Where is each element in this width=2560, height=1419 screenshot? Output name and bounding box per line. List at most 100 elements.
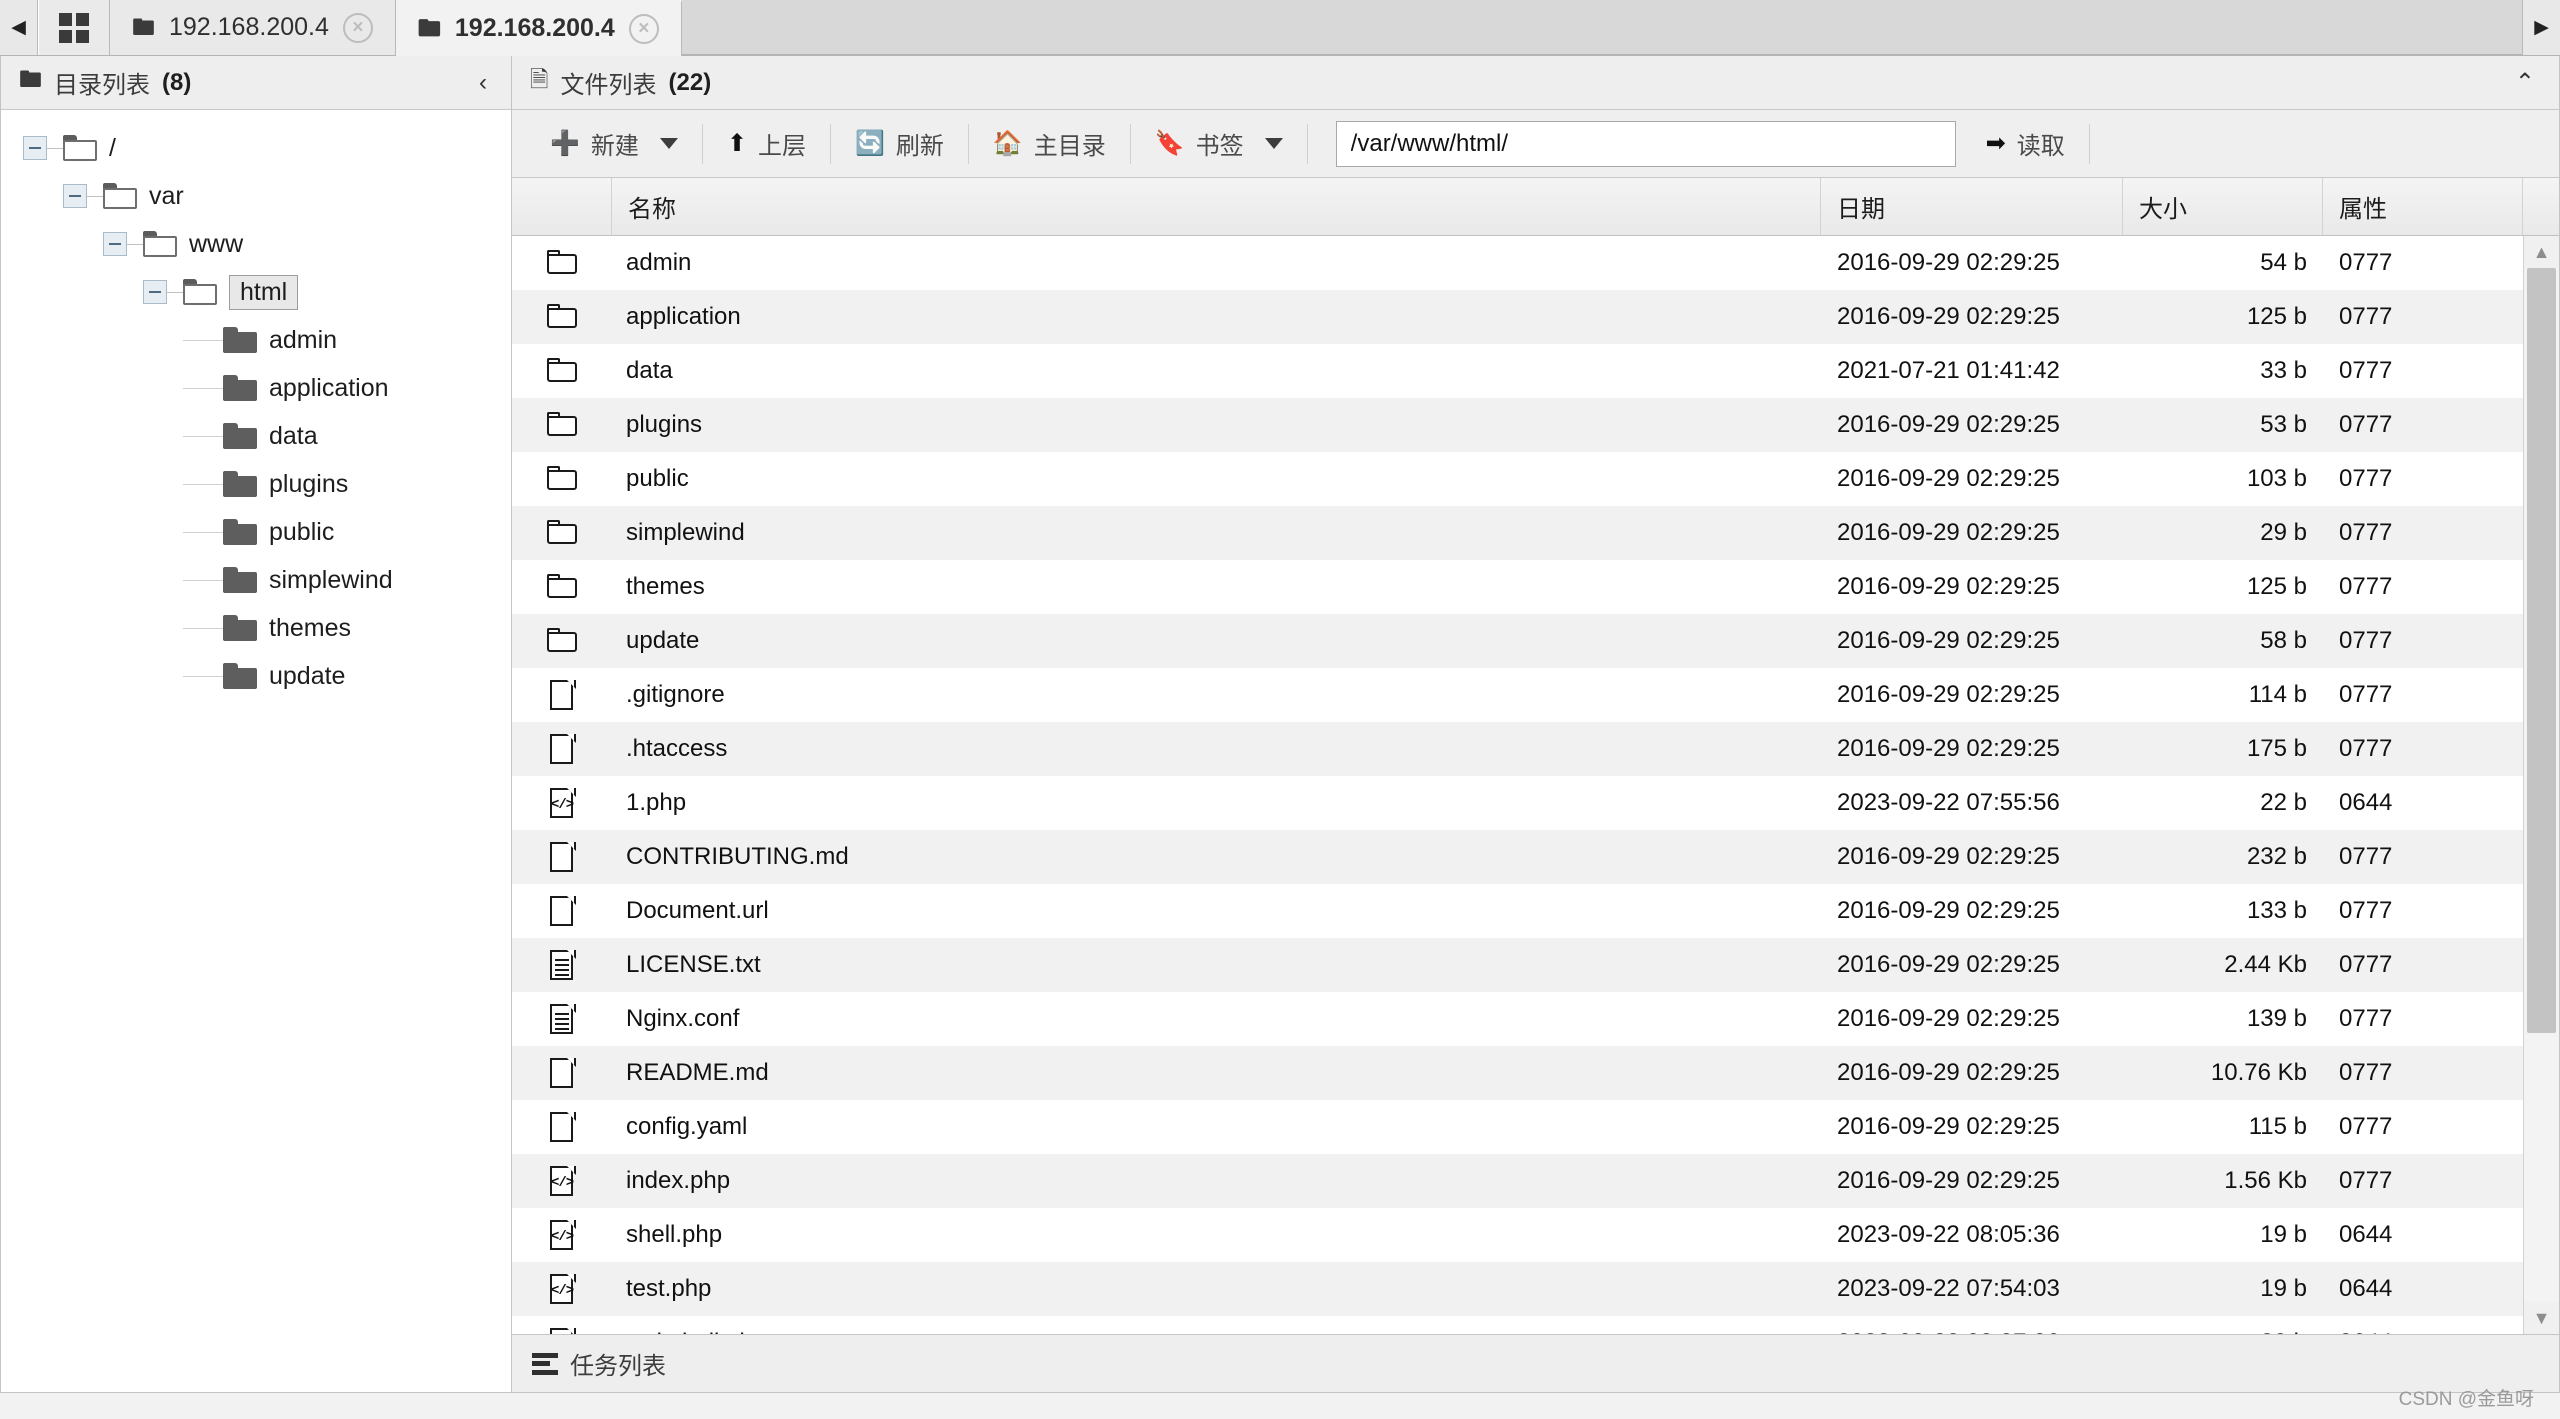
file-row-name[interactable]: data xyxy=(612,344,1821,398)
file-row-attr[interactable]: 0777 xyxy=(2323,290,2523,344)
directory-tree[interactable]: / var www html admin application data plugins pu… xyxy=(1,110,511,1392)
file-row-attr[interactable]: 0777 xyxy=(2323,506,2523,560)
tree-node-www[interactable]: www xyxy=(23,220,511,268)
tab-scroll-right-icon[interactable]: ▶ xyxy=(2522,0,2560,55)
file-row[interactable]: themes 2016-09-29 02:29:25 125 b 0777 xyxy=(512,560,2523,614)
tree-node-var[interactable]: var xyxy=(23,172,511,220)
file-row-attr[interactable]: 0777 xyxy=(2323,1046,2523,1100)
tree-node-admin[interactable]: admin xyxy=(23,316,511,364)
new-button[interactable]: ➕ 新建 xyxy=(528,120,700,168)
file-row[interactable]: README.md 2016-09-29 02:29:25 10.76 Kb 0777 xyxy=(512,1046,2523,1100)
go-button[interactable]: ➡ 读取 xyxy=(1964,120,2087,168)
scroll-up-icon[interactable]: ▲ xyxy=(2524,236,2559,268)
file-row-attr[interactable]: 0777 xyxy=(2323,938,2523,992)
file-row-attr[interactable]: 0777 xyxy=(2323,236,2523,290)
file-row-name[interactable]: .htaccess xyxy=(612,722,1821,776)
file-row-name[interactable]: application xyxy=(612,290,1821,344)
file-row-attr[interactable]: 0777 xyxy=(2323,830,2523,884)
close-icon[interactable]: × xyxy=(342,12,373,43)
column-header-name[interactable]: 名称 xyxy=(612,178,1821,235)
task-list-bar[interactable]: 任务列表 xyxy=(512,1334,2559,1392)
file-list-scrollbar[interactable]: ▲ ▼ xyxy=(2523,236,2559,1334)
tree-collapse-toggle-icon[interactable] xyxy=(103,232,127,256)
tree-node-html[interactable]: html xyxy=(23,268,511,316)
file-row-attr[interactable]: 0777 xyxy=(2323,560,2523,614)
file-row[interactable]: public 2016-09-29 02:29:25 103 b 0777 xyxy=(512,452,2523,506)
file-row-name[interactable]: public xyxy=(612,452,1821,506)
chevron-down-icon[interactable] xyxy=(659,138,678,149)
tab-session-2[interactable]: 🖿 192.168.200.4 × xyxy=(395,0,682,56)
file-row-name[interactable]: simplewind xyxy=(612,506,1821,560)
file-row-name[interactable]: Document.url xyxy=(612,884,1821,938)
file-row-attr[interactable]: 0777 xyxy=(2323,668,2523,722)
file-row[interactable]: plugins 2016-09-29 02:29:25 53 b 0777 xyxy=(512,398,2523,452)
file-row-attr[interactable]: 0777 xyxy=(2323,398,2523,452)
file-row-attr[interactable]: 0644 xyxy=(2323,1262,2523,1316)
file-row-attr[interactable]: 0644 xyxy=(2323,776,2523,830)
tab-session-1[interactable]: 🖿 192.168.200.4 × xyxy=(110,0,396,55)
bookmark-button[interactable]: 🔖 书签 xyxy=(1133,120,1305,168)
tree-node-public[interactable]: public xyxy=(23,508,511,556)
file-row-attr[interactable]: 0644 xyxy=(2323,1316,2523,1334)
file-row-attr[interactable]: 0777 xyxy=(2323,1154,2523,1208)
apps-grid-button[interactable] xyxy=(38,0,110,55)
column-header-size[interactable]: 大小 xyxy=(2123,178,2323,235)
file-row[interactable]: .gitignore 2016-09-29 02:29:25 114 b 0777 xyxy=(512,668,2523,722)
column-header-attr[interactable]: 属性 xyxy=(2323,178,2523,235)
file-row-name[interactable]: update xyxy=(612,614,1821,668)
file-row[interactable]: </> test.php 2023-09-22 07:54:03 19 b 0644 xyxy=(512,1262,2523,1316)
file-row-name[interactable]: config.yaml xyxy=(612,1100,1821,1154)
file-row[interactable]: </> 1.php 2023-09-22 07:55:56 22 b 0644 xyxy=(512,776,2523,830)
tree-collapse-toggle-icon[interactable] xyxy=(143,280,167,304)
file-row[interactable]: config.yaml 2016-09-29 02:29:25 115 b 0777 xyxy=(512,1100,2523,1154)
file-row[interactable]: Nginx.conf 2016-09-29 02:29:25 139 b 0777 xyxy=(512,992,2523,1046)
file-row-name[interactable]: CONTRIBUTING.md xyxy=(612,830,1821,884)
scrollbar-track[interactable] xyxy=(2524,268,2559,1302)
tree-node-themes[interactable]: themes xyxy=(23,604,511,652)
tree-collapse-toggle-icon[interactable] xyxy=(23,136,47,160)
file-row[interactable]: application 2016-09-29 02:29:25 125 b 0777 xyxy=(512,290,2523,344)
file-row-attr[interactable]: 0777 xyxy=(2323,1100,2523,1154)
file-row[interactable]: simplewind 2016-09-29 02:29:25 29 b 0777 xyxy=(512,506,2523,560)
file-row-name[interactable]: .gitignore xyxy=(612,668,1821,722)
collapse-left-panel-icon[interactable]: ‹ xyxy=(473,69,493,97)
file-row-attr[interactable]: 0644 xyxy=(2323,1208,2523,1262)
close-icon[interactable]: × xyxy=(628,13,659,44)
file-row-name[interactable]: themes xyxy=(612,560,1821,614)
file-row-name[interactable]: plugins xyxy=(612,398,1821,452)
file-row[interactable]: </> shell.php 2023-09-22 08:05:36 19 b 0644 xyxy=(512,1208,2523,1262)
file-row-attr[interactable]: 0777 xyxy=(2323,614,2523,668)
file-row[interactable]: CONTRIBUTING.md 2016-09-29 02:29:25 232 b 0… xyxy=(512,830,2523,884)
tree-node-data[interactable]: data xyxy=(23,412,511,460)
up-button[interactable]: ⬆ 上层 xyxy=(705,120,828,168)
file-row-name[interactable]: webshell.php xyxy=(612,1316,1821,1334)
file-row[interactable]: LICENSE.txt 2016-09-29 02:29:25 2.44 Kb 077… xyxy=(512,938,2523,992)
file-row-name[interactable]: Nginx.conf xyxy=(612,992,1821,1046)
file-row[interactable]: update 2016-09-29 02:29:25 58 b 0777 xyxy=(512,614,2523,668)
refresh-button[interactable]: 🔄 刷新 xyxy=(833,120,966,168)
file-row-attr[interactable]: 0777 xyxy=(2323,344,2523,398)
file-row-name[interactable]: admin xyxy=(612,236,1821,290)
file-row[interactable]: data 2021-07-21 01:41:42 33 b 0777 xyxy=(512,344,2523,398)
column-header-date[interactable]: 日期 xyxy=(1821,178,2123,235)
file-row-name[interactable]: README.md xyxy=(612,1046,1821,1100)
file-row-attr[interactable]: 0777 xyxy=(2323,884,2523,938)
file-row-name[interactable]: LICENSE.txt xyxy=(612,938,1821,992)
tree-node-update[interactable]: update xyxy=(23,652,511,700)
file-row-attr[interactable]: 0777 xyxy=(2323,452,2523,506)
tree-node-simplewind[interactable]: simplewind xyxy=(23,556,511,604)
scrollbar-thumb[interactable] xyxy=(2527,268,2556,1034)
chevron-down-icon[interactable] xyxy=(1264,138,1283,149)
home-button[interactable]: 🏠 主目录 xyxy=(971,120,1128,168)
file-row-name[interactable]: index.php xyxy=(612,1154,1821,1208)
tree-node-[interactable]: / xyxy=(23,124,511,172)
file-row-attr[interactable]: 0777 xyxy=(2323,992,2523,1046)
scroll-down-icon[interactable]: ▼ xyxy=(2524,1302,2559,1334)
file-row-name[interactable]: 1.php xyxy=(612,776,1821,830)
file-row[interactable]: </> webshell.php2023-09-22 08:07:0620 b06… xyxy=(512,1316,2523,1334)
tree-node-plugins[interactable]: plugins xyxy=(23,460,511,508)
file-row[interactable]: Document.url 2016-09-29 02:29:25 133 b 0777 xyxy=(512,884,2523,938)
tree-collapse-toggle-icon[interactable] xyxy=(63,184,87,208)
file-row-attr[interactable]: 0777 xyxy=(2323,722,2523,776)
path-input[interactable] xyxy=(1335,120,1956,167)
